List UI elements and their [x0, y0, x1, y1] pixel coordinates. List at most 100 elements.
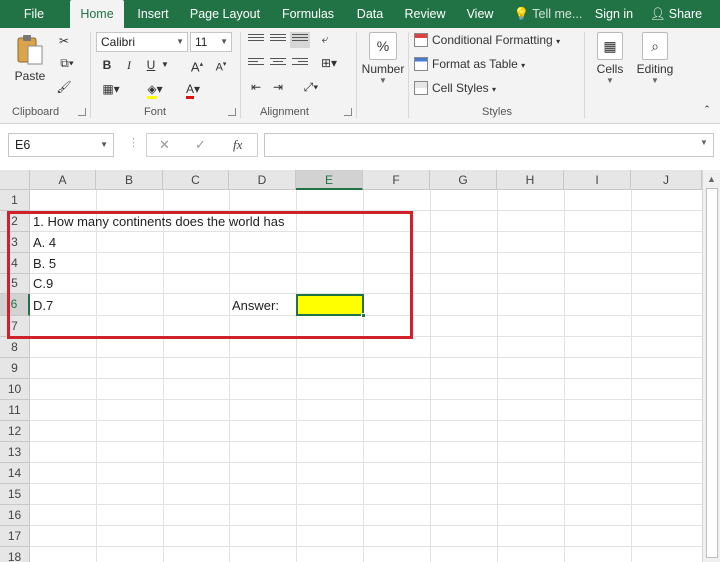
- editing-label: Editing: [636, 62, 674, 76]
- gridline: [30, 546, 702, 547]
- expand-formula-icon[interactable]: ▼: [700, 138, 708, 147]
- row-header-16[interactable]: 16: [0, 505, 30, 526]
- tab-file[interactable]: File: [12, 0, 56, 28]
- underline-button[interactable]: U: [144, 56, 158, 74]
- grow-font-button[interactable]: A▴: [188, 56, 206, 74]
- orientation-icon[interactable]: ⤢▾: [298, 78, 324, 96]
- tab-data[interactable]: Data: [350, 0, 390, 28]
- row-header-11[interactable]: 11: [0, 400, 30, 421]
- row-header-8[interactable]: 8: [0, 337, 30, 358]
- tab-home[interactable]: Home: [70, 0, 124, 28]
- row-header-14[interactable]: 14: [0, 463, 30, 484]
- row-header-1[interactable]: 1: [0, 190, 30, 211]
- column-header-f[interactable]: F: [363, 170, 430, 190]
- cells-icon: ▦: [597, 32, 623, 60]
- wrap-text-icon[interactable]: ⤶: [314, 30, 336, 48]
- align-center-icon[interactable]: [270, 58, 286, 70]
- chevron-down-icon: ▼: [220, 37, 228, 46]
- lightbulb-icon: 💡: [513, 7, 530, 21]
- clipboard-paste-icon: [17, 35, 43, 65]
- row-header-9[interactable]: 9: [0, 358, 30, 379]
- align-left-icon[interactable]: [248, 58, 264, 70]
- conditional-formatting-button[interactable]: Conditional Formatting ▾: [414, 30, 560, 50]
- shrink-font-button[interactable]: A▾: [212, 56, 230, 74]
- gridline: [30, 357, 702, 358]
- column-header-g[interactable]: G: [430, 170, 497, 190]
- alignment-launcher-icon[interactable]: [344, 108, 352, 116]
- divider: [240, 32, 241, 118]
- column-header-a[interactable]: A: [30, 170, 96, 190]
- cells-label: Cells: [596, 62, 624, 76]
- editing-button[interactable]: ⌕ Editing ▼: [632, 32, 678, 85]
- italic-button[interactable]: I: [122, 56, 136, 74]
- tab-formulas[interactable]: Formulas: [278, 0, 338, 28]
- tab-page-layout[interactable]: Page Layout: [186, 0, 264, 28]
- gridline: [30, 525, 702, 526]
- format-painter-icon[interactable]: 🖌: [54, 78, 74, 96]
- cut-icon[interactable]: ✂: [54, 32, 74, 50]
- merge-center-icon[interactable]: ⊞▾: [314, 54, 344, 72]
- copy-icon[interactable]: ⧉▾: [54, 54, 80, 72]
- row-header-18[interactable]: 18: [0, 547, 30, 562]
- sign-in-link[interactable]: Sign in: [590, 0, 638, 28]
- chevron-down-icon[interactable]: ▼: [160, 56, 170, 74]
- vertical-scrollbar[interactable]: ▲: [702, 170, 720, 562]
- font-launcher-icon[interactable]: [228, 108, 236, 116]
- paste-label: Paste: [14, 69, 46, 83]
- gridline: [564, 190, 565, 562]
- column-header-c[interactable]: C: [163, 170, 229, 190]
- top-align-icon[interactable]: [248, 34, 264, 46]
- column-header-h[interactable]: H: [497, 170, 564, 190]
- divider: [90, 32, 91, 118]
- paste-button[interactable]: Paste: [10, 34, 50, 83]
- column-header-i[interactable]: I: [564, 170, 631, 190]
- format-as-table-button[interactable]: Format as Table ▾: [414, 54, 525, 74]
- select-all-corner[interactable]: [0, 170, 30, 190]
- name-box[interactable]: E6 ▼: [8, 133, 114, 157]
- cancel-icon[interactable]: ✕: [159, 137, 170, 153]
- row-header-15[interactable]: 15: [0, 484, 30, 505]
- formula-input[interactable]: [264, 133, 714, 157]
- scroll-thumb[interactable]: [706, 188, 718, 558]
- font-name-combo[interactable]: Calibri ▼: [96, 32, 188, 52]
- number-format-button[interactable]: % Number ▼: [360, 32, 406, 85]
- fill-color-icon[interactable]: ◈▾: [142, 80, 168, 99]
- borders-icon[interactable]: ▦▾: [98, 80, 124, 98]
- bottom-align-icon[interactable]: [290, 32, 310, 48]
- scroll-up-icon[interactable]: ▲: [707, 174, 716, 184]
- collapse-ribbon-icon[interactable]: ⌃: [700, 100, 714, 118]
- tell-me-search[interactable]: 💡 Tell me...: [512, 0, 584, 28]
- bold-button[interactable]: B: [100, 56, 114, 74]
- font-color-button[interactable]: A▾: [180, 80, 206, 99]
- align-right-icon[interactable]: [292, 58, 308, 70]
- share-button[interactable]: 👤︎ Share: [646, 0, 706, 28]
- cells-button[interactable]: ▦ Cells ▼: [590, 32, 630, 85]
- row-header-10[interactable]: 10: [0, 379, 30, 400]
- row-header-13[interactable]: 13: [0, 442, 30, 463]
- middle-align-icon[interactable]: [270, 34, 286, 46]
- enter-icon[interactable]: ✓: [195, 137, 206, 153]
- worksheet-grid[interactable]: A B C D E F G H I J 1 2 3 4 5 6 7 8 9 10…: [0, 170, 720, 562]
- gridline: [631, 190, 632, 562]
- clipboard-launcher-icon[interactable]: [78, 108, 86, 116]
- divider: [584, 32, 585, 118]
- styles-group-label: Styles: [482, 106, 512, 118]
- column-header-j[interactable]: J: [631, 170, 702, 190]
- column-header-e[interactable]: E: [296, 170, 363, 190]
- font-size-combo[interactable]: 11 ▼: [190, 32, 232, 52]
- shrink-font-label: A: [215, 61, 223, 74]
- increase-indent-icon[interactable]: ⇥: [268, 78, 288, 96]
- row-header-17[interactable]: 17: [0, 526, 30, 547]
- divider: [408, 32, 409, 118]
- tab-view[interactable]: View: [460, 0, 500, 28]
- cell-styles-button[interactable]: Cell Styles ▾: [414, 78, 496, 98]
- column-header-d[interactable]: D: [229, 170, 296, 190]
- gridline: [30, 399, 702, 400]
- tab-insert[interactable]: Insert: [130, 0, 176, 28]
- insert-function-icon[interactable]: fx: [233, 137, 242, 153]
- chevron-down-icon: ▼: [176, 37, 184, 46]
- column-header-b[interactable]: B: [96, 170, 163, 190]
- decrease-indent-icon[interactable]: ⇤: [246, 78, 266, 96]
- row-header-12[interactable]: 12: [0, 421, 30, 442]
- tab-review[interactable]: Review: [400, 0, 450, 28]
